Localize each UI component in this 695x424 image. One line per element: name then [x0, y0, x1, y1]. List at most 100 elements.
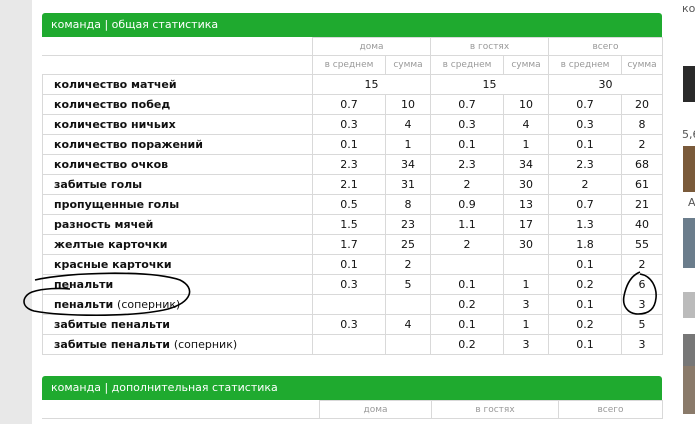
row-label: красные карточки	[42, 254, 313, 275]
row-label: количество побед	[42, 94, 313, 115]
sidebar-photo-thumb[interactable]	[683, 292, 695, 318]
sidebar-photo-thumb[interactable]	[683, 218, 695, 268]
cell-home-avg: 1.7	[312, 234, 386, 255]
cell-away-sum: 30	[503, 174, 550, 195]
table-row: разность мячей 1.5 23 1.1 17 1.3 40	[42, 214, 664, 235]
cell-total-avg: 1.3	[548, 214, 623, 235]
row-label-text: количество ничьих	[54, 118, 176, 131]
extra-stats-panel: команда | дополнительная статистика дома…	[42, 376, 663, 419]
cell-away-sum: 1	[503, 274, 550, 295]
header-empty-cell	[42, 55, 313, 75]
row-label-text: желтые карточки	[54, 238, 168, 251]
extra-stats-table: дома в гостях всего	[42, 400, 663, 419]
cell-home-avg: 0.1	[312, 134, 386, 155]
general-stats-panel: команда | общая статистика дома в гостях…	[42, 13, 664, 355]
row-label-text: забитые пенальти	[54, 318, 170, 331]
cell-total-sum: 6	[621, 274, 664, 295]
cell-away-avg: 0.1	[430, 134, 505, 155]
group-header-row: дома в гостях всего	[42, 37, 664, 56]
cell-away-avg: 1.1	[430, 214, 505, 235]
sub-away-sum: сумма	[503, 55, 550, 75]
cell-away-avg: 0.2	[430, 294, 505, 315]
table-row-matches: количество матчей 15 15 30	[42, 74, 664, 95]
cell-total-avg: 0.2	[548, 274, 623, 295]
matches-away: 15	[430, 74, 550, 95]
table-row: количество побед 0.7 10 0.7 10 0.7 20	[42, 94, 664, 115]
cell-home-sum: 4	[384, 114, 432, 135]
row-label-text: количество поражений	[54, 138, 203, 151]
sub-total-avg: в среднем	[548, 55, 623, 75]
cell-total-sum: 5	[621, 314, 664, 335]
table-row: пенальти (соперник) 0.2 3 0.1 3	[42, 294, 664, 315]
cell-home-sum: 31	[384, 174, 432, 195]
cell-away-avg: 2.3	[430, 154, 505, 175]
cell-away-sum	[503, 254, 550, 275]
cell-total-avg: 0.1	[548, 294, 623, 315]
cell-total-sum: 2	[621, 134, 664, 155]
row-label-text: разность мячей	[54, 218, 154, 231]
table-row: желтые карточки 1.7 25 2 30 1.8 55	[42, 234, 664, 255]
cell-total-avg: 0.1	[548, 134, 623, 155]
cell-total-sum: 55	[621, 234, 664, 255]
cell-home-avg: 2.3	[312, 154, 386, 175]
cell-total-sum: 3	[621, 294, 664, 315]
cell-home-avg	[312, 334, 386, 355]
cell-home-avg	[312, 294, 386, 315]
sidebar-photo-thumb[interactable]	[683, 366, 695, 414]
cell-home-avg: 0.1	[312, 254, 386, 275]
general-stats-table: дома в гостях всего в среднем сумма в ср…	[42, 37, 664, 355]
row-label: количество матчей	[42, 74, 313, 95]
row-label-text: красные карточки	[54, 258, 172, 271]
extra-group-header-row: дома в гостях всего	[42, 400, 663, 419]
cell-total-avg: 1.8	[548, 234, 623, 255]
row-label: забитые пенальти	[42, 314, 313, 335]
cell-total-sum: 21	[621, 194, 664, 215]
matches-total: 30	[548, 74, 664, 95]
cell-home-sum: 25	[384, 234, 432, 255]
cell-total-avg: 0.2	[548, 314, 623, 335]
row-label-suffix: (соперник)	[117, 298, 181, 311]
cell-home-sum: 5	[384, 274, 432, 295]
row-label: разность мячей	[42, 214, 313, 235]
cell-away-sum: 1	[503, 134, 550, 155]
sidebar-banner-thumb[interactable]	[683, 66, 695, 102]
cell-away-sum: 10	[503, 94, 550, 115]
matches-home: 15	[311, 74, 432, 95]
cell-total-sum: 20	[621, 94, 664, 115]
sidebar-side-text: А	[688, 196, 695, 209]
table-row: забитые голы 2.1 31 2 30 2 61	[42, 174, 664, 195]
row-label-text: количество очков	[54, 158, 169, 171]
row-label-text: забитые пенальти	[54, 338, 170, 351]
sidebar-top-text: кон	[682, 2, 695, 15]
table-row: пропущенные голы 0.5 8 0.9 13 0.7 21	[42, 194, 664, 215]
table-row: забитые пенальти 0.3 4 0.1 1 0.2 5	[42, 314, 664, 335]
row-label: желтые карточки	[42, 234, 313, 255]
cell-home-avg: 0.5	[312, 194, 386, 215]
cell-home-avg: 0.3	[312, 114, 386, 135]
extra-group-total: всего	[558, 400, 663, 419]
cell-away-avg: 0.1	[430, 314, 505, 335]
cell-home-sum: 34	[384, 154, 432, 175]
row-label-text: пенальти	[54, 298, 114, 311]
cell-away-avg: 0.9	[430, 194, 505, 215]
cell-home-sum	[384, 294, 432, 315]
cell-total-sum: 2	[621, 254, 664, 275]
sidebar-photo-thumb[interactable]	[683, 334, 695, 366]
cell-home-avg: 0.3	[312, 314, 386, 335]
right-sidebar: кон 5,6 А	[672, 0, 695, 424]
cell-away-sum: 30	[503, 234, 550, 255]
sidebar-photo-thumb[interactable]	[683, 146, 695, 192]
table-row: количество ничьих 0.3 4 0.3 4 0.3 8	[42, 114, 664, 135]
cell-total-sum: 40	[621, 214, 664, 235]
header-empty-cell	[42, 400, 320, 419]
cell-away-sum: 1	[503, 314, 550, 335]
cell-away-sum: 3	[503, 294, 550, 315]
cell-home-sum: 1	[384, 134, 432, 155]
cell-total-sum: 68	[621, 154, 664, 175]
subheader-row: в среднем сумма в среднем сумма в средне…	[42, 55, 664, 75]
row-label: количество очков	[42, 154, 313, 175]
group-home: дома	[311, 37, 432, 56]
row-label: пенальти	[42, 274, 313, 295]
general-stats-header: команда | общая статистика	[42, 13, 662, 37]
cell-total-sum: 3	[621, 334, 664, 355]
